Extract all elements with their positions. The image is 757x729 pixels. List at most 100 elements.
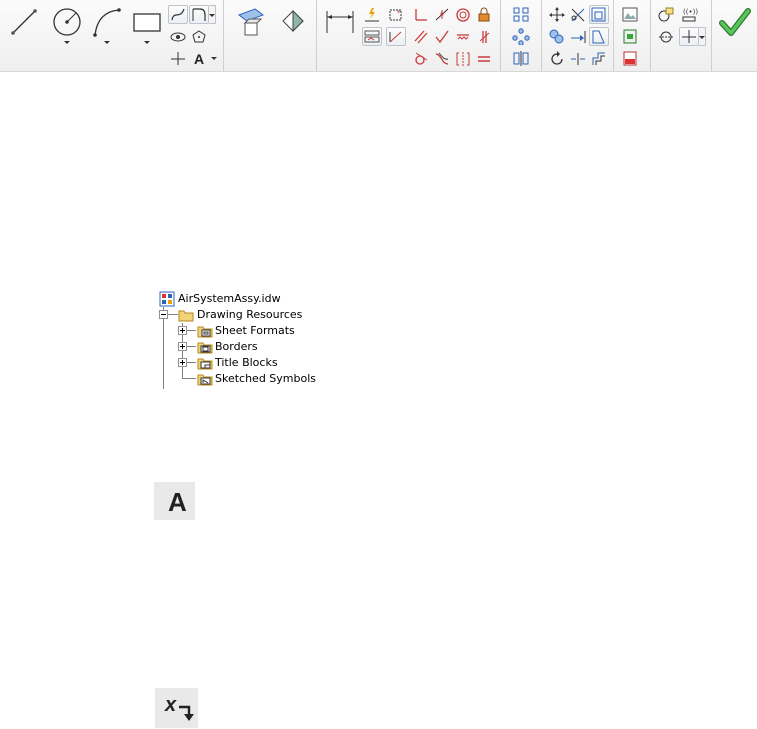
smooth-icon — [435, 52, 449, 65]
smooth-constraint-button[interactable] — [432, 49, 452, 68]
svg-text:((•)): ((•)) — [683, 8, 698, 16]
folder-icon — [178, 310, 194, 322]
sketched-symbols-icon — [197, 374, 213, 386]
perpendicular-check-icon — [435, 30, 449, 44]
constraint-settings-icon — [364, 30, 380, 43]
insert-block-button[interactable] — [274, 4, 308, 38]
scale-button[interactable] — [589, 5, 609, 24]
insert-variable-tile: x — [155, 688, 198, 728]
parallel-constraint-button[interactable] — [411, 27, 431, 46]
rectangular-pattern-button[interactable] — [511, 5, 531, 24]
circular-pattern-button[interactable] — [511, 27, 531, 46]
circular-pattern-icon — [512, 28, 530, 45]
relax-mode-button[interactable] — [386, 27, 406, 46]
tangent-perp-button[interactable] — [432, 27, 452, 46]
center-point-button[interactable] — [679, 27, 699, 46]
spline-icon — [171, 8, 185, 21]
rectangle-dropdown-arrow[interactable] — [144, 41, 150, 44]
insert-block-icon — [282, 9, 304, 33]
tree-guide-line — [187, 362, 196, 363]
general-dimension-button[interactable] — [322, 4, 356, 38]
tree-expand-toggle[interactable] — [178, 342, 187, 351]
insert-variable-glyph: x — [164, 694, 177, 716]
tree-guide-line — [187, 346, 196, 347]
import-points-icon — [623, 29, 637, 44]
copy-button[interactable] — [547, 27, 567, 46]
fillet-dropdown[interactable] — [209, 5, 216, 24]
lock-icon — [478, 7, 490, 22]
rectangular-pattern-icon — [513, 7, 529, 22]
move-button[interactable] — [547, 5, 567, 24]
center-point-dropdown[interactable] — [699, 27, 706, 46]
arc-dropdown-arrow[interactable] — [104, 41, 110, 44]
circle-icon — [53, 8, 81, 36]
polygon-button[interactable] — [189, 27, 209, 46]
arc-button[interactable] — [88, 4, 124, 44]
tree-expand-toggle[interactable] — [178, 326, 187, 335]
auto-dimension-icon — [365, 8, 379, 22]
constraint-settings-button[interactable] — [362, 27, 382, 46]
tree-root-label: AirSystemAssy.idw — [178, 292, 281, 305]
rotate-button[interactable] — [547, 49, 567, 68]
show-constraints-button[interactable]: * — [386, 5, 406, 24]
circle-button[interactable] — [48, 4, 84, 44]
fix-constraint-button[interactable] — [474, 5, 494, 24]
relax-icon — [389, 31, 402, 43]
symmetric-icon — [456, 52, 470, 66]
trim-icon — [571, 8, 585, 22]
tangent-icon — [415, 52, 428, 65]
trim-button[interactable] — [568, 5, 588, 24]
fillet-button[interactable] — [189, 5, 209, 24]
text-dropdown-arrow[interactable] — [211, 57, 217, 60]
finish-sketch-button[interactable] — [716, 4, 752, 40]
image-icon — [622, 7, 638, 22]
auto-dimension-button[interactable] — [362, 5, 382, 24]
extend-button[interactable] — [568, 27, 588, 46]
insert-variable-icon: x — [164, 694, 194, 721]
tree-guide-line — [168, 314, 178, 315]
rectangle-icon — [133, 13, 161, 32]
create-block-button[interactable] — [232, 4, 266, 38]
center-point-format-icon — [682, 30, 696, 43]
circle-dropdown-arrow[interactable] — [64, 41, 70, 44]
block-icon — [237, 8, 265, 36]
perpendicular-constraint-button[interactable] — [411, 5, 431, 24]
equal-constraint-button[interactable] — [474, 49, 494, 68]
stretch-button[interactable] — [589, 27, 609, 46]
rectangle-button[interactable] — [128, 4, 164, 44]
coincident-constraint-button[interactable] — [432, 5, 452, 24]
coincident-icon — [435, 8, 449, 21]
horizontal-icon — [457, 34, 469, 40]
mirror-button[interactable] — [511, 49, 531, 68]
symmetric-constraint-button[interactable] — [453, 49, 473, 68]
split-button[interactable] — [568, 49, 588, 68]
spline-button[interactable] — [168, 5, 188, 24]
insert-points-button[interactable] — [620, 27, 640, 46]
vertical-constraint-button[interactable] — [474, 27, 494, 46]
polygon-icon — [192, 30, 206, 43]
extend-icon — [571, 31, 586, 43]
borders-icon — [197, 342, 213, 354]
insert-acad-button[interactable] — [620, 49, 640, 68]
construction-button[interactable]: ((•)) — [679, 5, 699, 24]
centerline-icon — [659, 31, 673, 43]
copy-icon — [549, 29, 564, 44]
vertical-icon — [479, 31, 490, 43]
text-button[interactable]: A — [189, 49, 209, 68]
tree-child-label: Sheet Formats — [215, 324, 295, 337]
concentric-constraint-button[interactable] — [453, 5, 473, 24]
offset-button[interactable] — [589, 49, 609, 68]
insert-image-button[interactable] — [620, 5, 640, 24]
centerline-button[interactable] — [656, 27, 676, 46]
point-button[interactable] — [168, 49, 188, 68]
tangent-constraint-button[interactable] — [411, 49, 431, 68]
title-blocks-icon — [197, 358, 213, 370]
line-button[interactable] — [6, 4, 40, 38]
project-geometry-button[interactable] — [168, 27, 188, 46]
tree-collapse-toggle[interactable] — [159, 310, 168, 319]
show-format-button[interactable] — [656, 5, 676, 24]
line-icon — [11, 9, 37, 35]
tree-expand-toggle[interactable] — [178, 358, 187, 367]
svg-text:*: * — [397, 9, 401, 17]
horizontal-constraint-button[interactable] — [453, 27, 473, 46]
